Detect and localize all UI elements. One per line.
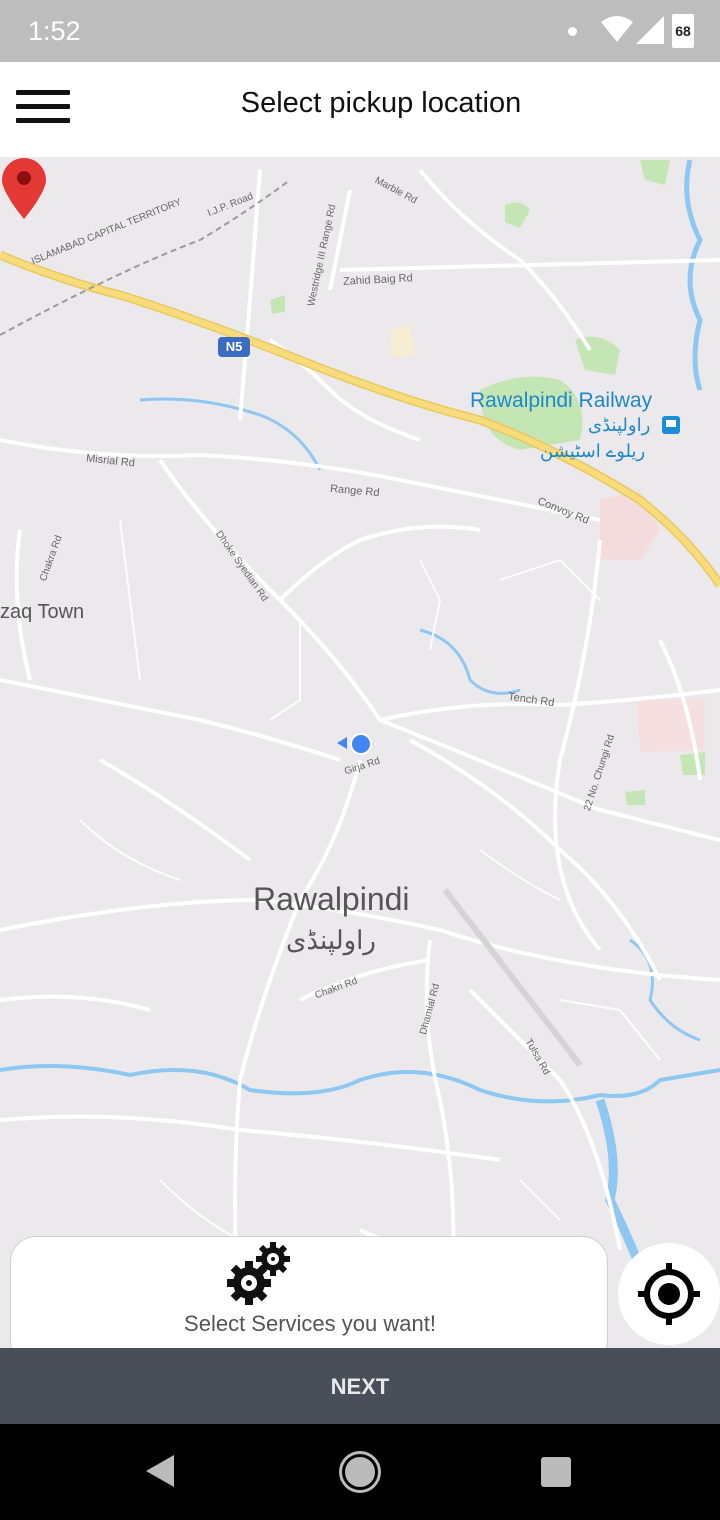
select-services-card[interactable]: Select Services you want!: [10, 1236, 608, 1366]
map-label-city-ur: راولپنڈی: [286, 925, 376, 955]
battery-icon: 68: [672, 14, 694, 48]
locate-me-button[interactable]: [618, 1243, 720, 1345]
battery-level: 68: [675, 23, 691, 39]
signal-icon: [636, 16, 664, 44]
home-icon[interactable]: [342, 1454, 378, 1490]
map-label-railway-en: Rawalpindi Railway: [470, 389, 653, 412]
pickup-pin-icon[interactable]: [0, 157, 48, 221]
recent-apps-icon[interactable]: [541, 1457, 571, 1487]
n5-shield: N5: [218, 337, 250, 357]
status-bar: 1:52 68: [0, 0, 720, 62]
select-services-text: Select Services you want!: [184, 1311, 436, 1336]
crosshair-location-icon: [638, 1263, 700, 1325]
map-view[interactable]: N5 ISLAMABAD CAPITAL TERRITORY I.J.P. Ro…: [0, 157, 720, 1348]
my-location-dot: [350, 733, 372, 755]
gears-icon: [227, 1242, 290, 1305]
notification-dot-icon: [568, 27, 577, 36]
map-label-zaq-town: zaq Town: [0, 601, 85, 623]
map-label-railway-ur1: راولپنڈی: [588, 415, 651, 435]
back-icon[interactable]: [146, 1455, 174, 1487]
heading-arrow-icon: [337, 737, 347, 749]
app-bar: Select pickup location: [0, 62, 720, 157]
clock: 1:52: [28, 16, 81, 46]
wifi-icon: [601, 16, 633, 42]
map-label-city-en: Rawalpindi: [253, 881, 410, 917]
next-button[interactable]: NEXT: [0, 1348, 720, 1424]
page-title: Select pickup location: [240, 87, 522, 119]
map-label-railway-ur2: ریلوے اسٹیشن: [540, 441, 646, 461]
